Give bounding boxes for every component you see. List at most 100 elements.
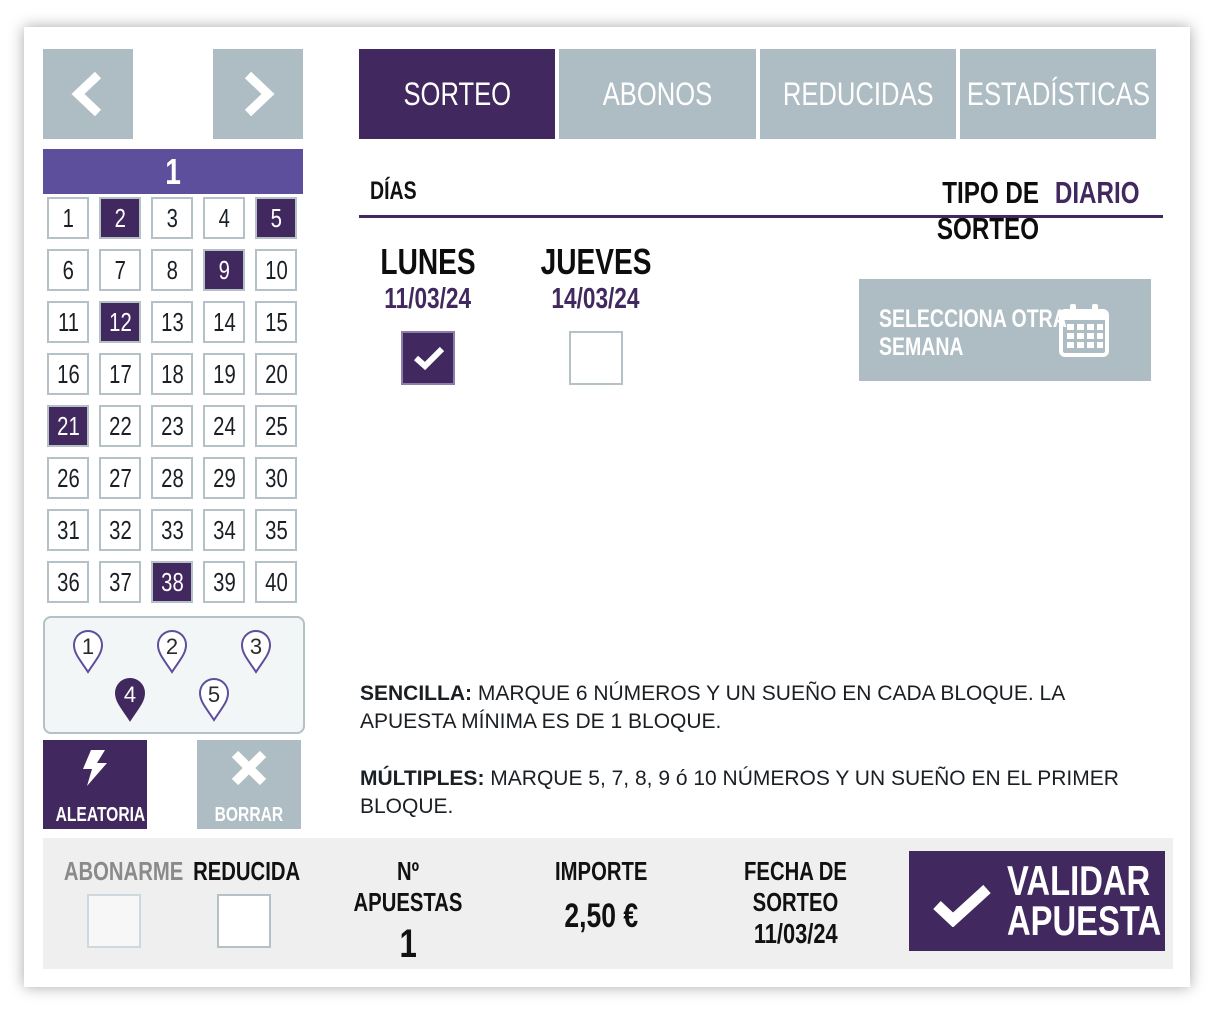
block-title: 1 [165, 150, 181, 192]
number-cell[interactable]: 14 [203, 301, 245, 343]
number-cell[interactable]: 23 [151, 405, 193, 447]
number-cell[interactable]: 31 [47, 509, 89, 551]
number-label: 34 [212, 514, 236, 545]
tab-label: REDUCIDAS [782, 75, 934, 112]
number-cell[interactable]: 25 [255, 405, 297, 447]
number-label: 20 [264, 358, 288, 389]
number-cell[interactable]: 32 [99, 509, 141, 551]
dream-pin-label: 1 [81, 634, 95, 659]
number-cell[interactable]: 13 [151, 301, 193, 343]
number-label: 27 [108, 462, 132, 493]
week-button-line2: SEMANA [879, 333, 964, 361]
number-cell[interactable]: 26 [47, 457, 89, 499]
random-button[interactable]: ALEATORIA [43, 740, 147, 829]
dream-pin-label: 3 [249, 634, 263, 659]
bets-label: Nº APUESTAS [353, 856, 463, 917]
week-button-line1: SELECCIONA OTRA [879, 305, 1067, 333]
number-label: 30 [264, 462, 288, 493]
prev-block-button[interactable] [43, 49, 133, 139]
number-cell[interactable]: 17 [99, 353, 141, 395]
number-cell[interactable]: 15 [255, 301, 297, 343]
number-cell[interactable]: 16 [47, 353, 89, 395]
select-week-button[interactable]: SELECCIONA OTRA SEMANA [859, 279, 1151, 381]
number-cell[interactable]: 10 [255, 249, 297, 291]
clear-button[interactable]: BORRAR [197, 740, 301, 829]
betting-panel: SORTEO ABONOS REDUCIDAS ESTADÍSTICAS 1 1… [24, 27, 1190, 987]
number-cell[interactable]: 29 [203, 457, 245, 499]
day-thursday-checkbox[interactable] [569, 331, 623, 385]
number-label: 16 [56, 358, 80, 389]
number-label: 1 [62, 202, 74, 233]
header-divider [359, 215, 1163, 218]
number-label: 23 [160, 410, 184, 441]
number-label: 12 [108, 306, 132, 337]
number-cell[interactable]: 34 [203, 509, 245, 551]
number-cell[interactable]: 24 [203, 405, 245, 447]
tab-estadisticas[interactable]: ESTADÍSTICAS [960, 49, 1156, 139]
number-cell[interactable]: 27 [99, 457, 141, 499]
chevron-left-icon [71, 71, 102, 117]
subscribe-checkbox[interactable] [87, 894, 141, 948]
draw-type-value: DIARIO [1054, 175, 1139, 210]
tab-reducidas[interactable]: REDUCIDAS [760, 49, 956, 139]
number-cell[interactable]: 33 [151, 509, 193, 551]
number-label: 6 [62, 254, 74, 285]
number-cell[interactable]: 30 [255, 457, 297, 499]
dream-pin-label: 5 [207, 682, 221, 707]
reduced-checkbox[interactable] [217, 894, 271, 948]
number-cell[interactable]: 19 [203, 353, 245, 395]
number-label: 24 [212, 410, 236, 441]
dream-pin-5[interactable]: 5 [198, 676, 230, 722]
dream-pin-label: 2 [165, 634, 179, 659]
day-date: 14/03/24 [550, 283, 640, 315]
number-label: 17 [108, 358, 132, 389]
number-cell[interactable]: 22 [99, 405, 141, 447]
number-cell[interactable]: 37 [99, 561, 141, 603]
number-label: 9 [218, 254, 230, 285]
validate-line1: VALIDAR [1007, 857, 1151, 904]
subscribe-label: ABONARME [63, 856, 184, 886]
dream-pin-2[interactable]: 2 [156, 628, 188, 674]
number-cell[interactable]: 4 [203, 197, 245, 239]
dream-pin-1[interactable]: 1 [72, 628, 104, 674]
number-cell[interactable]: 1 [47, 197, 89, 239]
validate-bet-button[interactable]: VALIDAR APUESTA [909, 851, 1165, 951]
number-cell[interactable]: 2 [99, 197, 141, 239]
dream-pin-3[interactable]: 3 [240, 628, 272, 674]
number-label: 29 [212, 462, 236, 493]
simple-title: SENCILLA: [360, 682, 472, 705]
number-cell[interactable]: 5 [255, 197, 297, 239]
dream-pin-label: 4 [123, 682, 137, 707]
tab-abonos[interactable]: ABONOS [559, 49, 756, 139]
number-label: 28 [160, 462, 184, 493]
amount-label: IMPORTE [554, 856, 648, 886]
number-cell[interactable]: 40 [255, 561, 297, 603]
number-label: 13 [160, 306, 184, 337]
number-cell[interactable]: 6 [47, 249, 89, 291]
dream-pin-4[interactable]: 4 [114, 676, 146, 722]
bet-footer: ABONARME REDUCIDA Nº APUESTAS 1 IMPORTE … [43, 838, 1173, 969]
next-block-button[interactable] [213, 49, 303, 139]
day-date: 11/03/24 [384, 283, 472, 315]
number-cell[interactable]: 8 [151, 249, 193, 291]
number-cell[interactable]: 7 [99, 249, 141, 291]
number-label: 14 [212, 306, 236, 337]
number-label: 26 [56, 462, 80, 493]
number-cell[interactable]: 36 [47, 561, 89, 603]
number-cell[interactable]: 20 [255, 353, 297, 395]
number-cell[interactable]: 21 [47, 405, 89, 447]
tab-sorteo[interactable]: SORTEO [359, 49, 555, 139]
number-cell[interactable]: 11 [47, 301, 89, 343]
number-cell[interactable]: 38 [151, 561, 193, 603]
number-cell[interactable]: 39 [203, 561, 245, 603]
number-cell[interactable]: 3 [151, 197, 193, 239]
day-monday: LUNES 11/03/24 [358, 241, 498, 316]
number-cell[interactable]: 12 [99, 301, 141, 343]
number-cell[interactable]: 18 [151, 353, 193, 395]
checkmark-icon [933, 884, 991, 927]
number-cell[interactable]: 9 [203, 249, 245, 291]
number-cell[interactable]: 35 [255, 509, 297, 551]
number-label: 19 [212, 358, 236, 389]
day-monday-checkbox[interactable] [401, 331, 455, 385]
number-cell[interactable]: 28 [151, 457, 193, 499]
